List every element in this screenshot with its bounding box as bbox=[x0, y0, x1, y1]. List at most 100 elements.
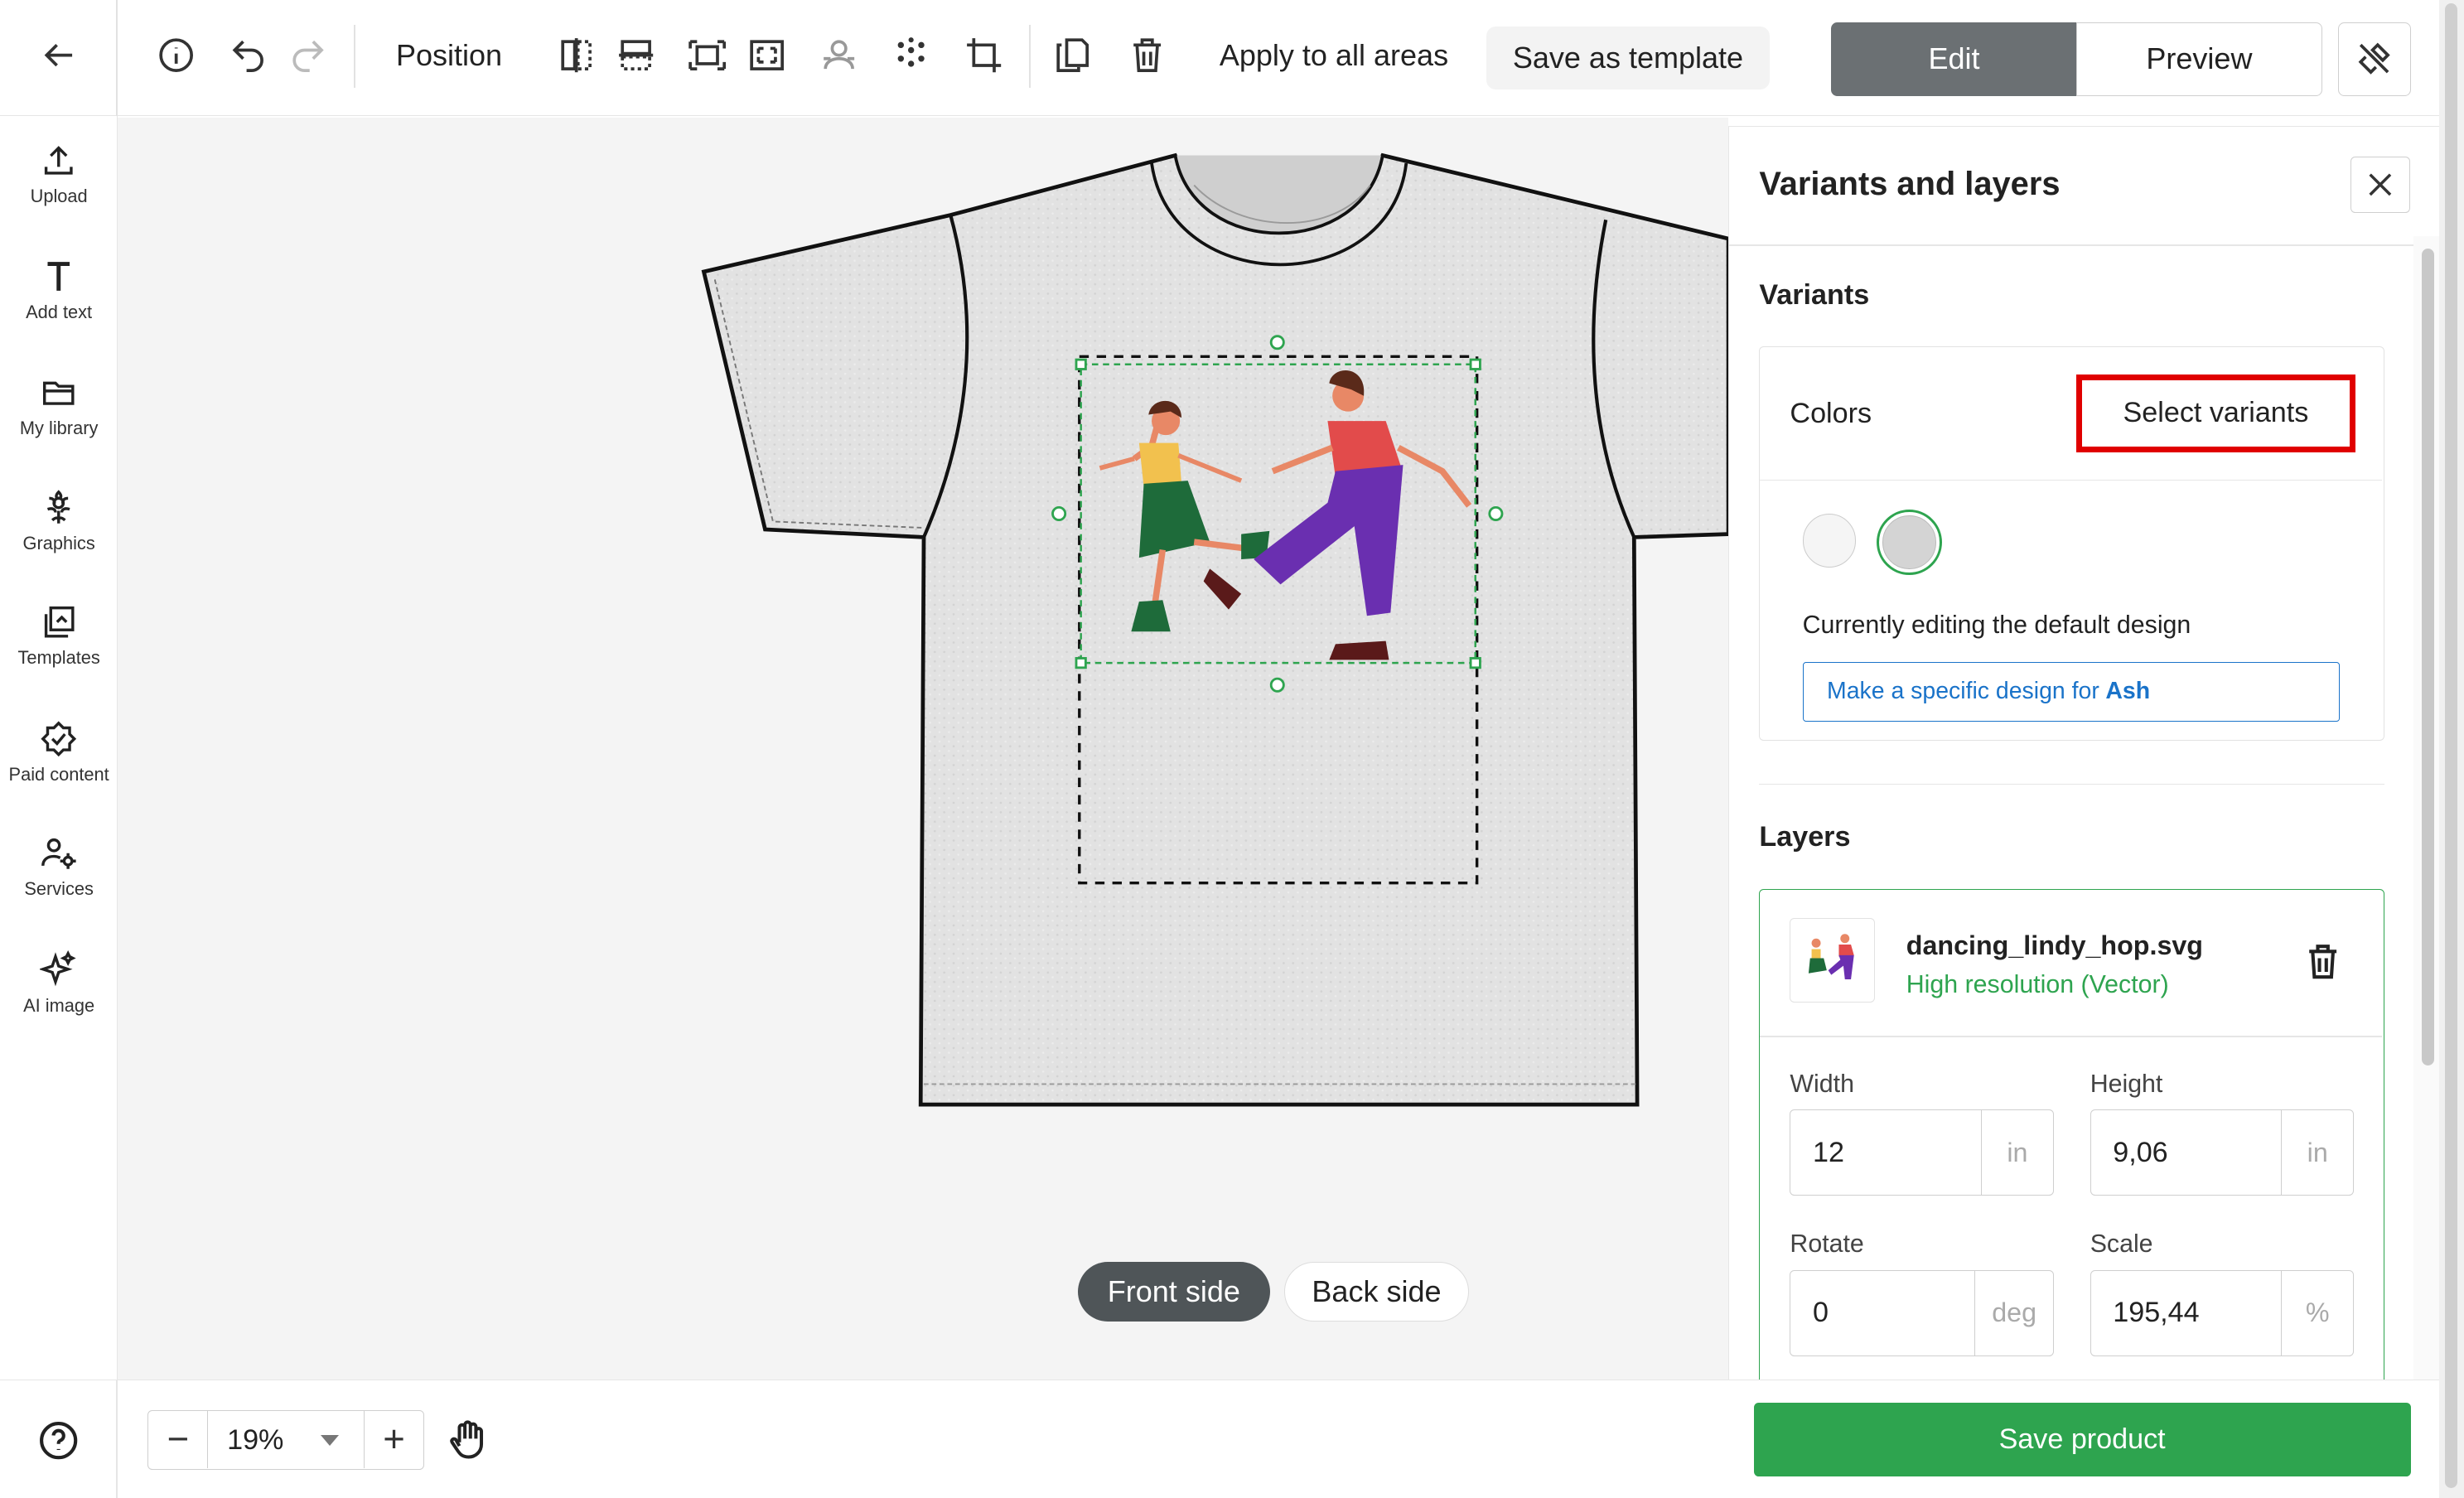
variants-card: Colors Select variants Currently editing… bbox=[1759, 346, 2385, 742]
panel-title: Variants and layers bbox=[1759, 166, 2061, 203]
sidebar-item-paid-content[interactable]: Paid content bbox=[0, 720, 118, 785]
save-as-template-button[interactable]: Save as template bbox=[1486, 27, 1770, 90]
sidebar-item-ai-image[interactable]: AI image bbox=[0, 950, 118, 1016]
scale-field[interactable]: 195,44 % bbox=[2090, 1269, 2355, 1356]
sidebar-item-label: Services bbox=[24, 878, 94, 900]
sidebar-item-label: Graphics bbox=[22, 532, 95, 553]
scale-unit: % bbox=[2281, 1270, 2353, 1355]
width-label: Width bbox=[1790, 1070, 1854, 1098]
sidebar-item-services[interactable]: Services bbox=[0, 834, 118, 900]
sidebar-item-label: Paid content bbox=[8, 763, 109, 785]
divider bbox=[1760, 1036, 2383, 1037]
back-side-button[interactable]: Back side bbox=[1283, 1262, 1470, 1322]
sidebar-item-label: Upload bbox=[30, 185, 88, 206]
apply-to-all-areas-button[interactable]: Apply to all areas bbox=[1220, 38, 1448, 73]
front-side-button[interactable]: Front side bbox=[1078, 1262, 1270, 1322]
make-specific-design-button[interactable]: Make a specific design for Ash bbox=[1802, 661, 2341, 722]
edit-mode-button[interactable]: Edit bbox=[1830, 22, 2078, 96]
undo-icon[interactable] bbox=[221, 28, 274, 81]
scale-label: Scale bbox=[2090, 1230, 2153, 1259]
top-toolbar: Position Apply to all areas Save as temp… bbox=[0, 0, 2439, 117]
fit-to-area-icon[interactable] bbox=[680, 28, 733, 81]
duplicate-icon[interactable] bbox=[1045, 28, 1098, 81]
flower-icon bbox=[47, 490, 70, 524]
back-arrow-icon[interactable] bbox=[31, 28, 85, 81]
redo-icon[interactable] bbox=[282, 28, 335, 81]
sparkle-icon bbox=[40, 950, 77, 987]
pattern-icon[interactable] bbox=[885, 28, 938, 81]
zoom-control: − 19% + bbox=[147, 1410, 425, 1471]
info-icon[interactable] bbox=[149, 28, 202, 81]
sidebar-item-label: Templates bbox=[17, 647, 100, 669]
height-field[interactable]: 9,06 in bbox=[2090, 1109, 2355, 1196]
width-value[interactable]: 12 bbox=[1790, 1110, 1980, 1195]
tshirt-body bbox=[701, 152, 1729, 1107]
left-sidebar: Upload Add text My library Graphics Temp… bbox=[0, 116, 118, 1498]
variants-heading: Variants bbox=[1759, 278, 1870, 311]
zoom-in-button[interactable]: + bbox=[364, 1411, 423, 1468]
design-canvas[interactable]: Front side Back side bbox=[118, 118, 1729, 1380]
rotate-field[interactable]: 0 deg bbox=[1790, 1269, 2055, 1356]
layer-card[interactable]: dancing_lindy_hop.svg High resolution (V… bbox=[1759, 888, 2385, 1380]
layer-name: dancing_lindy_hop.svg bbox=[1906, 930, 2203, 960]
remove-background-icon[interactable] bbox=[813, 28, 866, 81]
zoom-out-button[interactable]: − bbox=[148, 1411, 209, 1468]
divider bbox=[1760, 479, 2383, 481]
sidebar-item-label: AI image bbox=[23, 994, 95, 1016]
page-scrollbar-thumb[interactable] bbox=[2445, 2, 2458, 1489]
help-icon[interactable] bbox=[38, 1420, 79, 1467]
rotate-unit: deg bbox=[1974, 1270, 2053, 1355]
width-field[interactable]: 12 in bbox=[1790, 1109, 2055, 1196]
divider bbox=[353, 25, 355, 89]
templates-icon bbox=[45, 606, 75, 638]
variants-layers-panel: Variants and layers Variants Colors Sele… bbox=[1728, 125, 2439, 1380]
rotate-label: Rotate bbox=[1790, 1230, 1864, 1259]
preview-mode-button[interactable]: Preview bbox=[2075, 22, 2323, 96]
badge-check-icon bbox=[41, 721, 77, 756]
divider bbox=[116, 1380, 118, 1498]
delete-icon[interactable] bbox=[1120, 28, 1173, 81]
sidebar-item-label: Add text bbox=[26, 302, 93, 323]
divider bbox=[1729, 244, 2415, 246]
specific-design-color: Ash bbox=[2105, 678, 2151, 705]
crop-icon[interactable] bbox=[957, 28, 1010, 81]
hand-pan-icon[interactable] bbox=[447, 1418, 490, 1469]
position-button[interactable]: Position bbox=[396, 38, 502, 73]
layer-resolution: High resolution (Vector) bbox=[1906, 971, 2169, 999]
rotate-value[interactable]: 0 bbox=[1790, 1271, 1974, 1355]
divider bbox=[116, 0, 118, 117]
sidebar-item-add-text[interactable]: Add text bbox=[0, 258, 118, 323]
height-value[interactable]: 9,06 bbox=[2091, 1110, 2281, 1195]
width-unit: in bbox=[1980, 1110, 2053, 1196]
height-label: Height bbox=[2090, 1070, 2163, 1098]
close-icon[interactable] bbox=[2350, 156, 2410, 214]
editing-default-text: Currently editing the default design bbox=[1802, 611, 2191, 639]
services-icon bbox=[41, 838, 76, 869]
panel-scrollbar-thumb[interactable] bbox=[2421, 248, 2434, 1066]
chevron-down-icon bbox=[320, 1434, 339, 1446]
sidebar-item-templates[interactable]: Templates bbox=[0, 603, 118, 669]
colors-label: Colors bbox=[1790, 397, 1872, 429]
fill-area-icon[interactable] bbox=[740, 28, 793, 81]
folder-icon bbox=[43, 382, 75, 406]
sidebar-item-my-library[interactable]: My library bbox=[0, 374, 118, 439]
scale-value[interactable]: 195,44 bbox=[2091, 1271, 2281, 1355]
color-swatch-white[interactable] bbox=[1802, 514, 1857, 568]
align-vertical-center-icon[interactable] bbox=[550, 28, 603, 81]
tools-icon[interactable] bbox=[2338, 22, 2411, 96]
save-product-button[interactable]: Save product bbox=[1753, 1402, 2411, 1476]
sidebar-item-upload[interactable]: Upload bbox=[0, 142, 118, 207]
trash-icon[interactable] bbox=[2302, 941, 2343, 988]
color-swatch-ash[interactable] bbox=[1882, 515, 1936, 569]
divider bbox=[1759, 783, 2385, 785]
sidebar-item-label: My library bbox=[19, 418, 99, 439]
zoom-select[interactable]: 19% bbox=[208, 1411, 364, 1469]
specific-design-prefix: Make a specific design for bbox=[1827, 678, 2099, 705]
sidebar-item-graphics[interactable]: Graphics bbox=[0, 489, 118, 554]
align-horizontal-center-icon[interactable] bbox=[610, 28, 663, 81]
layers-heading: Layers bbox=[1759, 821, 1851, 853]
text-icon bbox=[47, 262, 70, 291]
bottom-bar: − 19% + Save product bbox=[0, 1380, 2439, 1498]
upload-icon bbox=[45, 145, 73, 175]
select-variants-button[interactable]: Select variants bbox=[2075, 374, 2356, 453]
